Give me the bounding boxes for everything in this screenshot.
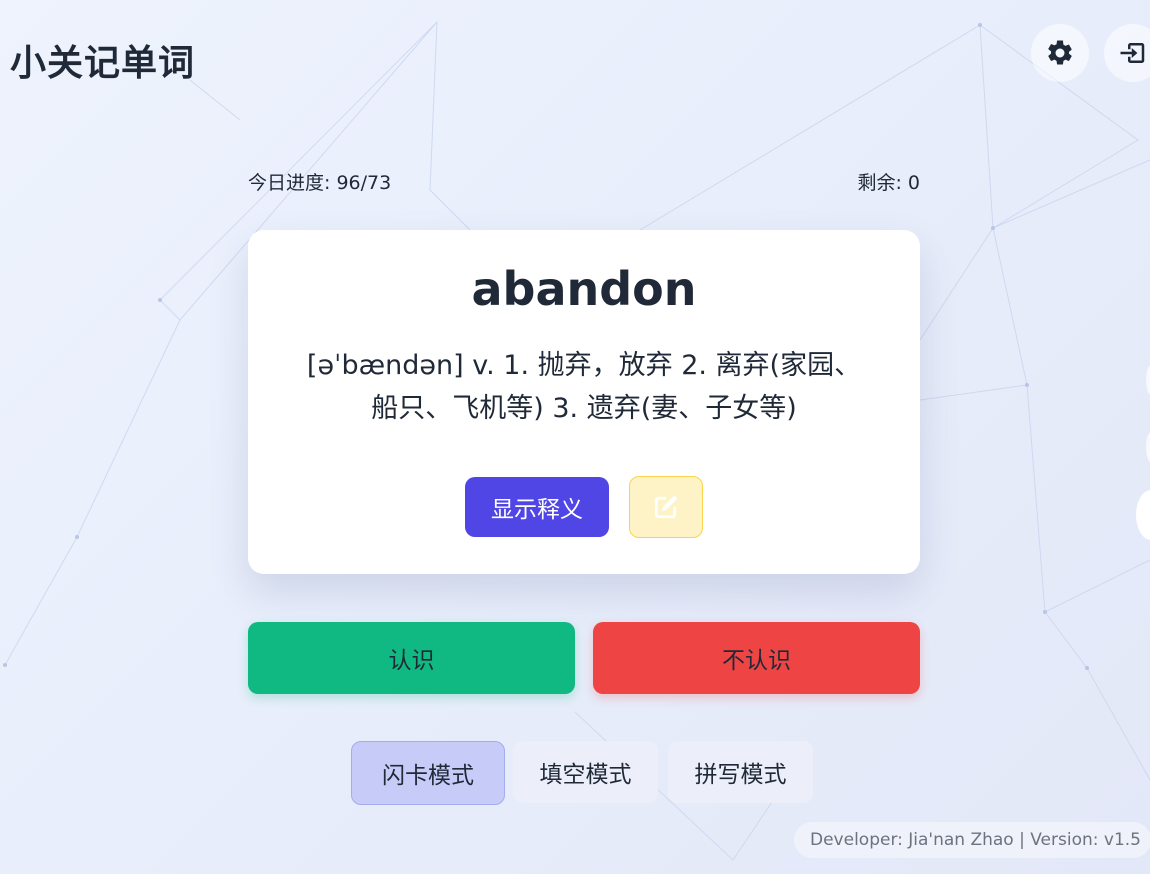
side-decoration [1146,432,1150,462]
word-text: abandon [471,262,697,316]
show-meaning-button[interactable]: 显示释义 [465,477,609,537]
app-title: 小关记单词 [10,43,196,84]
word-definition: [əˈbændən] v. 1. 抛弃，放弃 2. 离弃(家园、 船只、飞机等)… [278,344,890,430]
settings-button[interactable] [1031,24,1089,82]
edit-icon [654,496,677,519]
footer-info: Developer: Jia'nan Zhao | Version: v1.5 [794,822,1150,858]
definition-line: 船只、飞机等) 3. 遗弃(妻、子女等) [371,393,797,424]
mode-spelling-button[interactable]: 拼写模式 [668,741,813,803]
unknow-button[interactable]: 不认识 [593,622,920,694]
mode-flashcard-button[interactable]: 闪卡模式 [351,741,505,805]
logout-icon [1120,43,1145,63]
gear-icon [1048,40,1072,65]
side-decoration [1136,490,1150,540]
logout-button[interactable] [1104,24,1150,82]
definition-line: [əˈbændən] v. 1. 抛弃，放弃 2. 离弃(家园、 [306,350,862,381]
edit-word-button[interactable] [629,476,703,538]
remaining-count: 剩余: 0 [857,172,920,194]
word-card: abandon [əˈbændən] v. 1. 抛弃，放弃 2. 离弃(家园、… [248,230,920,574]
progress-row: 今日进度: 96/73 剩余: 0 [248,168,920,195]
today-progress: 今日进度: 96/73 [248,172,392,194]
know-button[interactable]: 认识 [248,622,575,694]
side-decoration [1146,365,1150,395]
mode-fill-blank-button[interactable]: 填空模式 [513,741,658,803]
